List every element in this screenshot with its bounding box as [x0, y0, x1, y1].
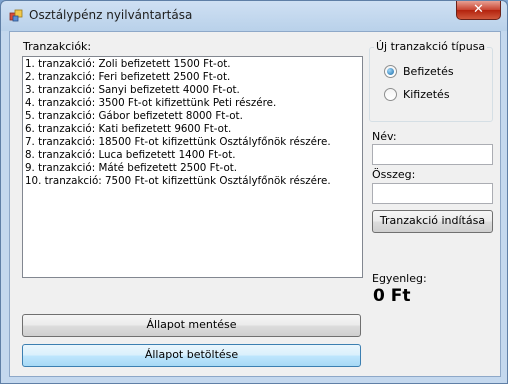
transactions-label: Tranzakciók:	[23, 40, 92, 53]
list-item[interactable]: 6. tranzakció: Kati befizetett 9600 Ft-o…	[25, 123, 360, 136]
list-item[interactable]: 7. tranzakció: 18500 Ft-ot kifizettünk O…	[25, 136, 360, 149]
app-icon	[9, 9, 23, 22]
name-label: Név:	[372, 130, 397, 143]
main-window: Osztálypénz nyilvántartása ✕ Tranzakciók…	[0, 0, 508, 384]
save-state-button[interactable]: Állapot mentése	[22, 314, 361, 337]
close-icon: ✕	[473, 2, 484, 17]
radio-withdrawal[interactable]: Kifizetés	[384, 88, 450, 101]
radio-withdrawal-label: Kifizetés	[403, 88, 450, 101]
radio-withdrawal-indicator[interactable]	[384, 88, 397, 101]
list-item[interactable]: 10. tranzakció: 7500 Ft-ot kifizettünk O…	[25, 175, 360, 188]
list-item[interactable]: 5. tranzakció: Gábor befizetett 8000 Ft-…	[25, 110, 360, 123]
balance-value: 0 Ft	[373, 286, 411, 306]
list-item[interactable]: 9. tranzakció: Máté befizetett 2500 Ft-o…	[25, 162, 360, 175]
amount-label: Összeg:	[372, 168, 416, 181]
load-state-button[interactable]: Állapot betöltése	[22, 344, 361, 367]
start-transaction-button[interactable]: Tranzakció indítása	[372, 210, 493, 233]
title-bar[interactable]: Osztálypénz nyilvántartása ✕	[1, 1, 507, 29]
radio-deposit-indicator[interactable]	[384, 65, 397, 78]
transaction-type-title: Új tranzakció típusa	[374, 40, 488, 53]
list-item[interactable]: 1. tranzakció: Zoli befizetett 1500 Ft-o…	[25, 58, 360, 71]
list-item[interactable]: 2. tranzakció: Feri befizetett 2500 Ft-o…	[25, 71, 360, 84]
transaction-type-group: Új tranzakció típusa Befizetés Kifizetés	[369, 40, 493, 122]
name-field[interactable]	[372, 144, 493, 165]
list-item[interactable]: 8. tranzakció: Luca befizetett 1400 Ft-o…	[25, 149, 360, 162]
radio-deposit[interactable]: Befizetés	[384, 65, 454, 78]
radio-deposit-label: Befizetés	[403, 65, 454, 78]
window-title: Osztálypénz nyilvántartása	[29, 8, 193, 22]
client-area: Tranzakciók: 1. tranzakció: Zoli befizet…	[9, 31, 501, 377]
close-button[interactable]: ✕	[456, 1, 501, 20]
amount-field[interactable]	[372, 183, 493, 204]
balance-label: Egyenleg:	[372, 272, 427, 285]
list-item[interactable]: 4. tranzakció: 3500 Ft-ot kifizettünk Pe…	[25, 97, 360, 110]
transactions-listbox[interactable]: 1. tranzakció: Zoli befizetett 1500 Ft-o…	[22, 56, 363, 278]
list-item[interactable]: 3. tranzakció: Sanyi befizetett 4000 Ft-…	[25, 84, 360, 97]
